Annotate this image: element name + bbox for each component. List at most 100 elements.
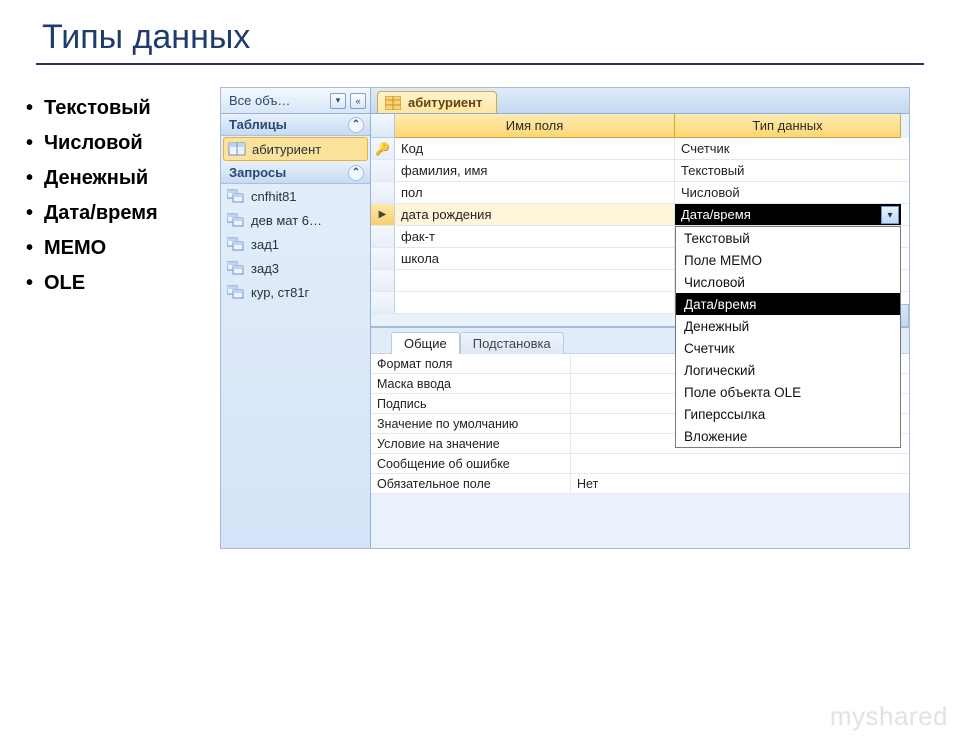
slide-title: Типы данных [42, 18, 960, 57]
property-value[interactable]: Нет [571, 474, 909, 493]
type-dropdown[interactable]: ТекстовыйПоле МЕМОЧисловойДата/времяДене… [675, 226, 901, 448]
dropdown-option[interactable]: Денежный [676, 315, 900, 337]
property-row[interactable]: Обязательное полеНет [371, 474, 909, 494]
table-icon [384, 95, 402, 111]
property-label: Условие на значение [371, 434, 571, 453]
field-type-cell[interactable]: Текстовый [675, 160, 901, 181]
nav-item-label: абитуриент [252, 142, 321, 157]
field-name-cell[interactable] [395, 270, 675, 291]
nav-pane-title: Все объ… [229, 93, 326, 108]
nav-group-header[interactable]: Запросы⌃ [221, 162, 370, 184]
query-icon [227, 284, 245, 300]
row-selector[interactable]: 🔑 [371, 138, 395, 159]
design-view: абитуриент Имя поля Тип данных 🔑 Код Счетч… [371, 88, 909, 548]
nav-item-label: зад3 [251, 261, 279, 276]
nav-filter-button[interactable]: ▾ [330, 93, 346, 109]
query-icon [227, 260, 245, 276]
chevron-up-icon: ⌃ [348, 117, 364, 133]
dropdown-option[interactable]: Логический [676, 359, 900, 381]
row-selector[interactable] [371, 226, 395, 247]
dropdown-button[interactable]: ▾ [881, 206, 899, 224]
field-type-cell[interactable]: Счетчик [675, 138, 901, 159]
dropdown-option[interactable]: Гиперссылка [676, 403, 900, 425]
nav-item[interactable]: кур, ст81г [221, 280, 370, 304]
dropdown-option[interactable]: Числовой [676, 271, 900, 293]
tab-general[interactable]: Общие [391, 332, 460, 354]
field-row[interactable]: ▶ дата рождения Дата/время ▾ [371, 204, 909, 226]
field-type-value: Текстовый [681, 163, 744, 178]
field-type-cell[interactable]: Числовой [675, 182, 901, 203]
property-label: Формат поля [371, 354, 571, 373]
nav-item-label: зад1 [251, 237, 279, 252]
nav-item[interactable]: дев мат 6… [221, 208, 370, 232]
nav-item[interactable]: cnfhit81 [221, 184, 370, 208]
field-name-cell[interactable]: пол [395, 182, 675, 203]
title-rule [36, 63, 924, 65]
dropdown-option[interactable]: Счетчик [676, 337, 900, 359]
nav-pane-header[interactable]: Все объ… ▾ « [221, 88, 370, 114]
row-selector-header[interactable] [371, 114, 395, 138]
property-label: Подпись [371, 394, 571, 413]
row-selector[interactable] [371, 182, 395, 203]
tab-lookup[interactable]: Подстановка [460, 332, 564, 354]
dropdown-option[interactable]: Поле МЕМО [676, 249, 900, 271]
document-tabbar: абитуриент [371, 88, 909, 114]
property-row[interactable]: Сообщение об ошибке [371, 454, 909, 474]
nav-item-label: кур, ст81г [251, 285, 309, 300]
property-label: Маска ввода [371, 374, 571, 393]
field-type-value: Дата/время [681, 207, 751, 222]
watermark: myshared [830, 701, 948, 732]
bullet-item: OLE [22, 266, 220, 301]
row-selector[interactable] [371, 292, 395, 313]
field-name-cell[interactable] [395, 292, 675, 313]
bullet-item: МЕМО [22, 231, 220, 266]
field-name-cell[interactable]: Код [395, 138, 675, 159]
nav-item[interactable]: абитуриент [223, 137, 368, 161]
field-row[interactable]: фамилия, имя Текстовый [371, 160, 909, 182]
property-label: Сообщение об ошибке [371, 454, 571, 473]
dropdown-option[interactable]: Вложение [676, 425, 900, 447]
row-selector[interactable] [371, 270, 395, 291]
field-row[interactable]: пол Числовой [371, 182, 909, 204]
dropdown-option[interactable]: Текстовый [676, 227, 900, 249]
field-name-cell[interactable]: дата рождения [395, 204, 675, 225]
nav-item[interactable]: зад1 [221, 232, 370, 256]
navigation-pane: Все объ… ▾ « Таблицы⌃ абитуриент Запросы⌃ c… [221, 88, 371, 548]
column-header-name[interactable]: Имя поля [395, 114, 675, 138]
bullet-item: Денежный [22, 161, 220, 196]
bullet-item: Дата/время [22, 196, 220, 231]
nav-item-label: cnfhit81 [251, 189, 297, 204]
primary-key-icon: 🔑 [375, 142, 390, 156]
row-selector[interactable] [371, 248, 395, 269]
bullet-item: Текстовый [22, 91, 220, 126]
dropdown-option[interactable]: Дата/время [676, 293, 900, 315]
nav-item[interactable]: зад3 [221, 256, 370, 280]
property-label: Значение по умолчанию [371, 414, 571, 433]
nav-collapse-button[interactable]: « [350, 93, 366, 109]
nav-group-header[interactable]: Таблицы⌃ [221, 114, 370, 136]
field-name-cell[interactable]: фак-т [395, 226, 675, 247]
nav-item-label: дев мат 6… [251, 213, 322, 228]
query-icon [227, 236, 245, 252]
field-type-value: Числовой [681, 185, 740, 200]
chevron-up-icon: ⌃ [348, 165, 364, 181]
bullet-item: Числовой [22, 126, 220, 161]
field-type-cell[interactable]: Дата/время ▾ [675, 204, 901, 225]
document-tab-label: абитуриент [408, 95, 482, 110]
dropdown-option[interactable]: Поле объекта OLE [676, 381, 900, 403]
current-row-icon: ▶ [379, 209, 387, 220]
field-name-cell[interactable]: школа [395, 248, 675, 269]
field-name-cell[interactable]: фамилия, имя [395, 160, 675, 181]
row-selector[interactable] [371, 160, 395, 181]
property-label: Обязательное поле [371, 474, 571, 493]
query-icon [227, 188, 245, 204]
column-header-type[interactable]: Тип данных [675, 114, 901, 138]
row-selector[interactable]: ▶ [371, 204, 395, 225]
field-row[interactable]: 🔑 Код Счетчик [371, 138, 909, 160]
bullet-list: ТекстовыйЧисловойДенежныйДата/времяМЕМОO… [22, 87, 220, 549]
grid-header: Имя поля Тип данных [371, 114, 909, 138]
property-value[interactable] [571, 454, 909, 473]
document-tab[interactable]: абитуриент [377, 91, 497, 113]
query-icon [227, 212, 245, 228]
field-type-value: Счетчик [681, 141, 730, 156]
